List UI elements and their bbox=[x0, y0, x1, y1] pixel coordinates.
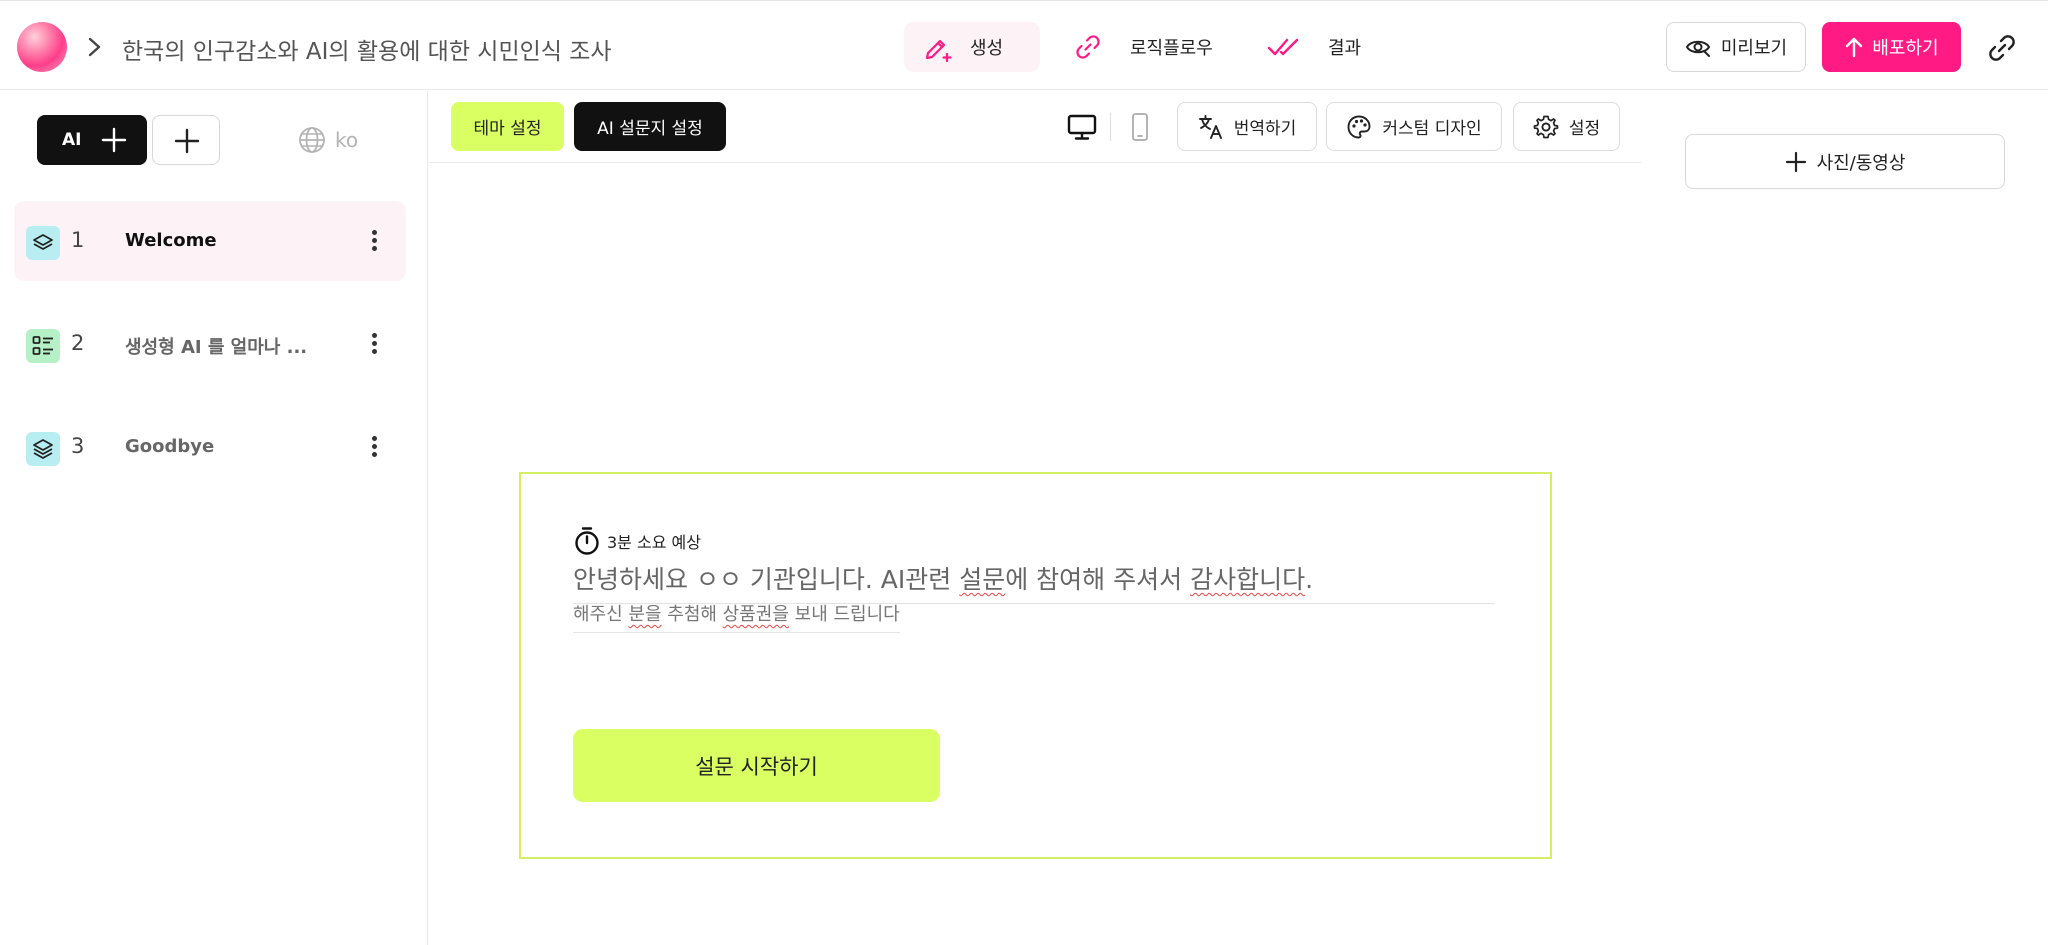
title-text-2: 설문 bbox=[959, 565, 1006, 594]
add-media-button[interactable]: 사진/동영상 bbox=[1685, 134, 2005, 189]
welcome-description-input[interactable]: 해주신 분을 추첨해 상품권을 보내 드립니다 bbox=[573, 600, 900, 633]
desktop-view-icon[interactable] bbox=[1066, 111, 1098, 143]
language-selector[interactable]: ko bbox=[297, 125, 358, 155]
plus-icon bbox=[1785, 151, 1806, 172]
add-page-button[interactable] bbox=[152, 115, 220, 165]
survey-canvas: 3분 소요 예상 안녕하세요 ㅇㅇ 기관입니다. AI관련 설문에 참여해 주셔… bbox=[429, 164, 1641, 945]
theme-settings-button[interactable]: 테마 설정 bbox=[451, 102, 564, 151]
page-item-question[interactable]: 2 생성형 AI 를 얼마나 ... bbox=[14, 304, 406, 384]
list-icon bbox=[26, 329, 60, 363]
page-item-goodbye[interactable]: 3 Goodbye bbox=[14, 407, 406, 487]
page-number: 1 bbox=[71, 228, 85, 252]
stopwatch-icon bbox=[575, 527, 599, 555]
desc-text-5: 보내 드립니다 bbox=[788, 604, 900, 625]
tab-results[interactable]: 결과 bbox=[1262, 22, 1392, 72]
page-item-welcome[interactable]: 1 Welcome bbox=[14, 201, 406, 281]
gear-icon bbox=[1533, 115, 1559, 138]
mobile-view-icon[interactable] bbox=[1125, 111, 1155, 143]
page-label: Welcome bbox=[125, 230, 217, 251]
ai-add-label: AI bbox=[62, 130, 82, 150]
layers-icon bbox=[26, 226, 60, 260]
title-text-3: 에 참여해 주셔서 bbox=[1005, 565, 1191, 594]
page-more-menu-icon[interactable] bbox=[366, 227, 382, 257]
share-link-icon[interactable] bbox=[1986, 32, 2018, 64]
plus-icon bbox=[101, 127, 127, 153]
brand-logo[interactable] bbox=[17, 22, 67, 72]
page-more-menu-icon[interactable] bbox=[366, 330, 382, 360]
ai-add-page-button[interactable]: AI bbox=[37, 115, 147, 165]
page-label: Goodbye bbox=[125, 436, 215, 457]
preview-label: 미리보기 bbox=[1720, 38, 1788, 59]
language-code: ko bbox=[335, 128, 359, 152]
top-bar: 한국의 인구감소와 AI의 활용에 대한 시민인식 조사 생성 로직플로우 결과… bbox=[0, 4, 2048, 90]
eye-icon bbox=[1685, 40, 1711, 57]
plus-icon bbox=[174, 128, 200, 154]
ai-survey-settings-button[interactable]: AI 설문지 설정 bbox=[574, 102, 726, 151]
tab-create-label: 생성 bbox=[970, 38, 1004, 59]
preview-button[interactable]: 미리보기 bbox=[1666, 22, 1806, 72]
translate-label: 번역하기 bbox=[1233, 119, 1297, 139]
translate-icon bbox=[1198, 114, 1222, 139]
tab-create[interactable]: 생성 bbox=[904, 22, 1040, 72]
custom-design-button[interactable]: 커스텀 디자인 bbox=[1326, 102, 1502, 151]
desc-text-2: 분을 bbox=[628, 604, 662, 625]
translate-button[interactable]: 번역하기 bbox=[1177, 102, 1317, 151]
title-text-1: 안녕하세요 ㅇㅇ 기관입니다. AI관련 bbox=[573, 565, 960, 594]
time-estimate: 3분 소요 예상 bbox=[573, 526, 701, 556]
start-survey-button[interactable]: 설문 시작하기 bbox=[573, 729, 940, 802]
palette-icon bbox=[1347, 115, 1371, 138]
tab-results-label: 결과 bbox=[1328, 38, 1362, 59]
settings-button[interactable]: 설정 bbox=[1513, 102, 1620, 151]
double-check-icon bbox=[1266, 32, 1302, 62]
editor-toolbar: 테마 설정 AI 설문지 설정 번역하기 커스텀 디자인 설정 bbox=[429, 91, 1641, 163]
custom-design-label: 커스텀 디자인 bbox=[1382, 119, 1482, 139]
page-more-menu-icon[interactable] bbox=[366, 433, 382, 463]
properties-panel: 사진/동영상 bbox=[1642, 91, 2048, 945]
link-icon bbox=[1070, 32, 1106, 62]
desc-text-4: 상품권을 bbox=[722, 604, 789, 625]
breadcrumb-chevron-icon bbox=[88, 37, 101, 57]
tab-logic-flow[interactable]: 로직플로우 bbox=[1060, 22, 1230, 72]
desc-text-1: 해주신 bbox=[573, 604, 629, 625]
pen-plus-icon bbox=[920, 32, 956, 62]
device-divider bbox=[1110, 113, 1111, 141]
add-media-label: 사진/동영상 bbox=[1816, 152, 1906, 174]
deploy-label: 배포하기 bbox=[1872, 38, 1939, 59]
settings-label: 설정 bbox=[1568, 119, 1601, 139]
globe-icon bbox=[299, 127, 325, 153]
arrow-up-icon bbox=[1846, 37, 1863, 58]
layers-stack-icon bbox=[26, 432, 60, 466]
document-title[interactable]: 한국의 인구감소와 AI의 활용에 대한 시민인식 조사 bbox=[122, 32, 612, 66]
page-number: 3 bbox=[71, 434, 85, 458]
time-estimate-text: 3분 소요 예상 bbox=[607, 533, 701, 552]
welcome-card[interactable]: 3분 소요 예상 안녕하세요 ㅇㅇ 기관입니다. AI관련 설문에 참여해 주셔… bbox=[519, 472, 1552, 859]
page-number: 2 bbox=[71, 331, 85, 355]
deploy-button[interactable]: 배포하기 bbox=[1822, 22, 1961, 72]
desc-text-3: 추첨해 bbox=[661, 604, 723, 625]
tab-logic-flow-label: 로직플로우 bbox=[1130, 38, 1213, 59]
page-label: 생성형 AI 를 얼마나 ... bbox=[125, 337, 308, 358]
title-text-5: . bbox=[1305, 565, 1314, 594]
welcome-title-input[interactable]: 안녕하세요 ㅇㅇ 기관입니다. AI관련 설문에 참여해 주셔서 감사합니다. bbox=[573, 560, 1495, 604]
title-text-4: 감사합니다 bbox=[1190, 565, 1306, 594]
pages-sidebar: AI ko 1 Welcome 2 생성형 AI 를 얼마나 ... 3 Goo… bbox=[0, 91, 428, 945]
